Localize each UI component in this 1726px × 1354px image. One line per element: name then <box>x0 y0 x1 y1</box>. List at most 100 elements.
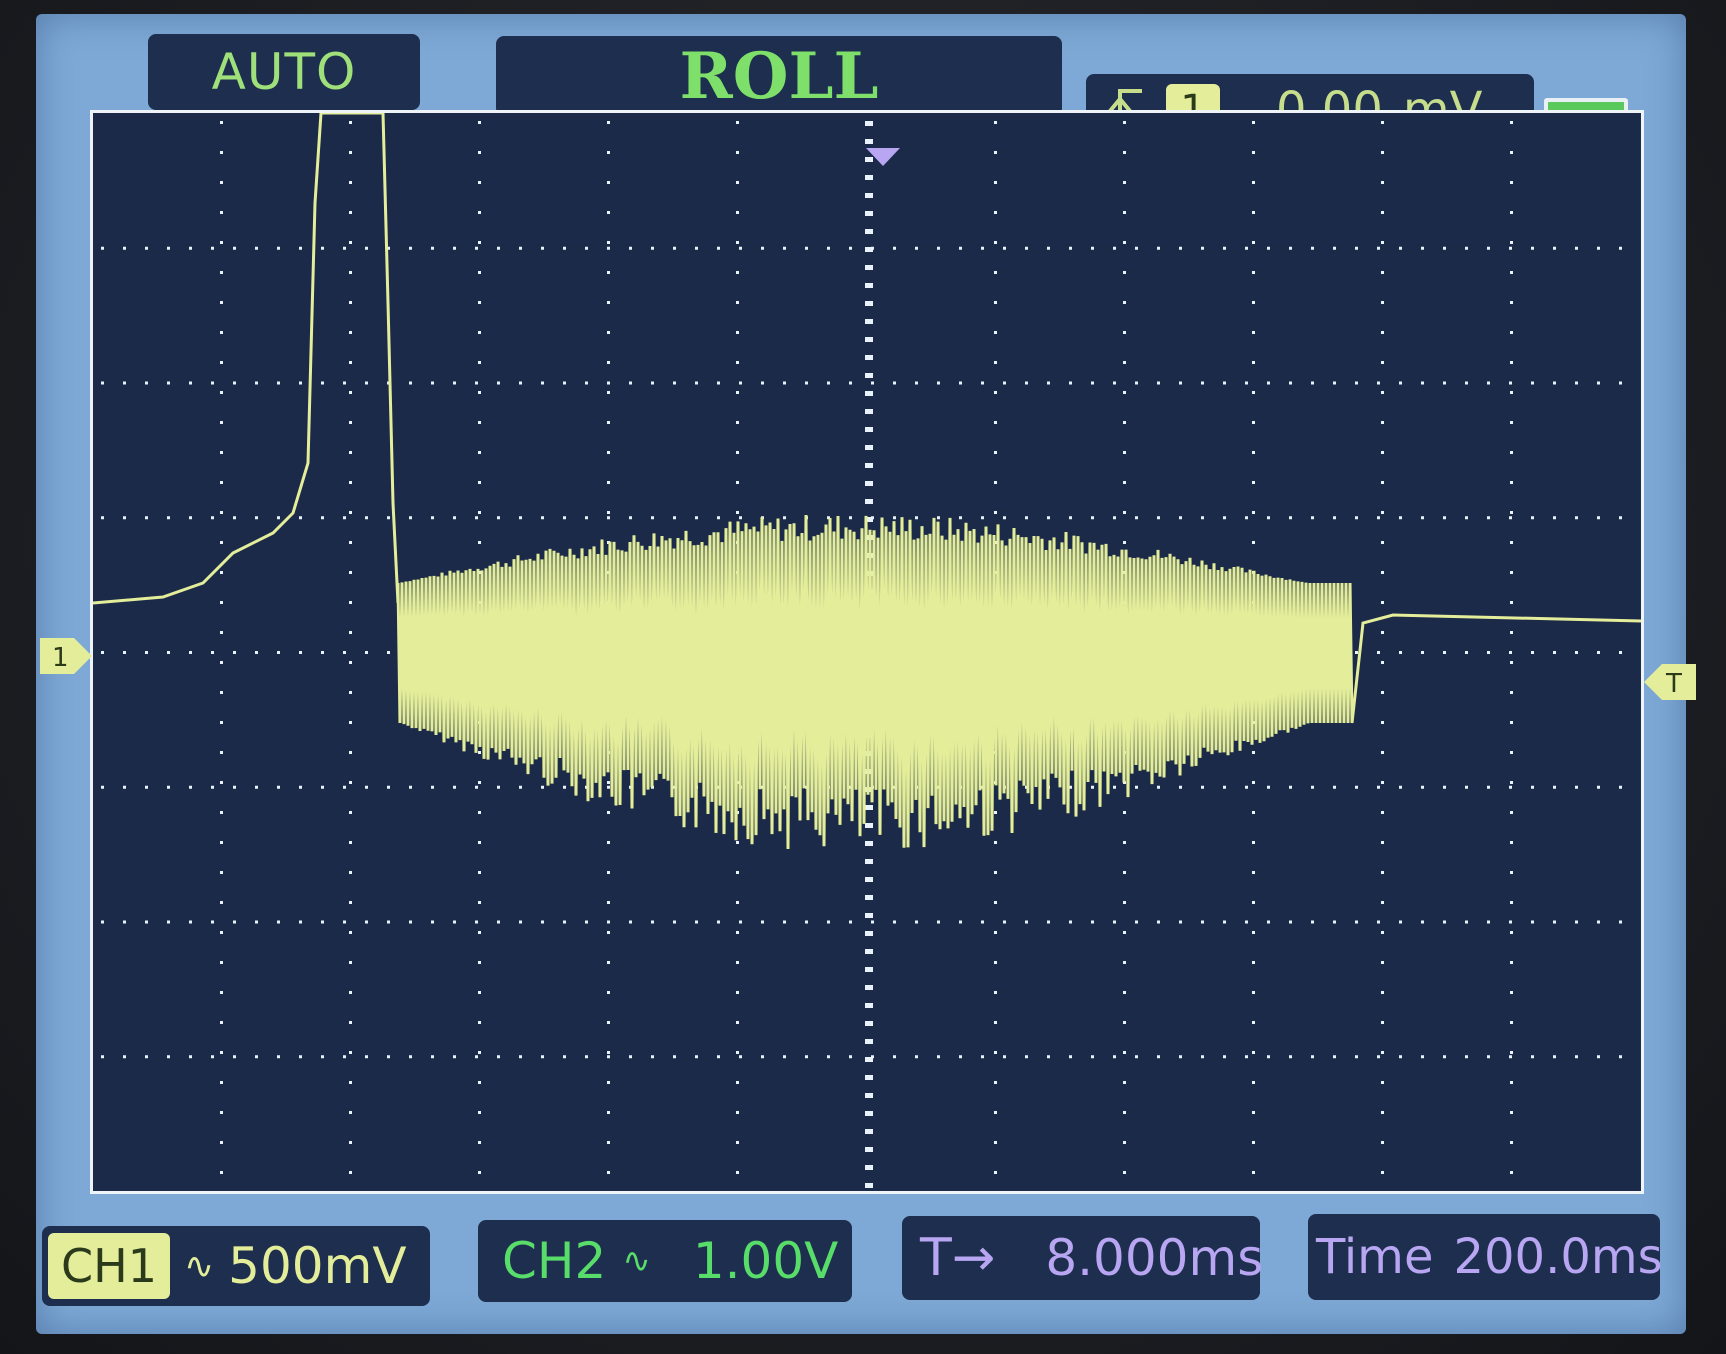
grid-dot <box>349 1081 352 1084</box>
grid-dot <box>607 1021 610 1024</box>
grid-dot <box>607 841 610 844</box>
grid-dot <box>994 1141 997 1144</box>
grid-dot <box>1510 241 1513 244</box>
grid-dot <box>736 1171 739 1174</box>
grid-dot <box>387 785 390 789</box>
waveform-display[interactable] <box>90 110 1644 1194</box>
grid-dot <box>1252 841 1255 844</box>
grid-dot <box>959 920 962 924</box>
grid-dot <box>277 920 280 924</box>
grid-dot <box>994 1111 997 1114</box>
grid-dot <box>1123 961 1126 964</box>
grid-dot <box>478 211 481 214</box>
grid-dot <box>1381 751 1384 754</box>
grid-dot <box>1123 991 1126 994</box>
grid-dot <box>1510 481 1513 484</box>
grid-dot <box>871 920 874 924</box>
grid-dot <box>1135 785 1138 789</box>
grid-dot <box>865 355 873 360</box>
grid-dot <box>607 991 610 994</box>
grid-dot <box>1619 1055 1622 1059</box>
grid-dot <box>220 631 223 634</box>
grid-dot <box>1553 516 1556 520</box>
grid-dot <box>167 651 170 654</box>
grid-dot <box>651 1055 654 1059</box>
grid-dot <box>865 1021 873 1026</box>
grid-dot <box>1377 920 1380 924</box>
grid-dot <box>994 991 997 994</box>
grid-dot <box>865 805 873 810</box>
grid-dot <box>1531 381 1534 385</box>
grid-dot <box>563 246 566 250</box>
ch2-label: CH2 <box>502 1232 607 1290</box>
grid-dot <box>431 516 434 520</box>
grid-dot <box>1113 516 1116 520</box>
timebase-settings[interactable]: Time 200.0ms <box>1308 1214 1663 1300</box>
grid-dot <box>1289 381 1292 385</box>
grid-dot <box>865 139 873 144</box>
grid-dot <box>994 391 997 394</box>
grid-dot <box>541 920 544 924</box>
grid-dot <box>865 481 873 486</box>
grid-dot <box>1510 391 1513 394</box>
grid-dot <box>1252 871 1255 874</box>
grid-dot <box>365 246 368 250</box>
grid-dot <box>541 1055 544 1059</box>
grid-dot <box>101 651 104 654</box>
grid-dot <box>1123 1051 1126 1054</box>
grid-dot <box>1510 451 1513 454</box>
grid-dot <box>1510 1021 1513 1024</box>
grid-dot <box>871 381 874 385</box>
grid-dot <box>865 1147 873 1152</box>
grid-dot <box>220 361 223 364</box>
grid-dot <box>1510 181 1513 184</box>
grid-dot <box>478 961 481 964</box>
grid-dot <box>349 811 352 814</box>
grid-dot <box>1531 1055 1534 1059</box>
grid-dot <box>1575 920 1578 924</box>
grid-dot <box>1421 1055 1424 1059</box>
grid-dot <box>1047 246 1050 250</box>
ch2-settings[interactable]: CH2 ∿ 1.00V <box>478 1220 852 1302</box>
grid-dot <box>1381 481 1384 484</box>
grid-dot <box>736 391 739 394</box>
grid-dot <box>167 246 170 250</box>
grid-dot <box>849 516 852 520</box>
trigger-position-settings[interactable]: T→ 8.000ms <box>902 1216 1263 1300</box>
acquisition-mode-indicator[interactable]: ROLL <box>496 36 1062 116</box>
grid-dot <box>607 931 610 934</box>
grid-dot <box>1201 381 1204 385</box>
grid-dot <box>167 381 170 385</box>
trigger-mode-indicator[interactable]: AUTO <box>148 34 420 110</box>
grid-dot <box>1252 1051 1255 1054</box>
grid-dot <box>475 785 478 789</box>
grid-dot <box>211 381 214 385</box>
grid-dot <box>981 1055 984 1059</box>
grid-dot <box>123 516 126 520</box>
grid-dot <box>1135 1055 1138 1059</box>
grid-dot <box>849 1055 852 1059</box>
grid-dot <box>343 516 346 520</box>
grid-dot <box>1069 1055 1072 1059</box>
grid-dot <box>1333 516 1336 520</box>
grid-dot <box>1381 661 1384 664</box>
grid-dot <box>497 1055 500 1059</box>
grid-dot <box>1157 516 1160 520</box>
grid-dot <box>1553 381 1556 385</box>
ch1-settings[interactable]: CH1 ∿ 500mV <box>42 1226 430 1306</box>
grid-dot <box>475 1055 478 1059</box>
grid-dot <box>865 337 873 342</box>
grid-dot <box>541 785 544 789</box>
grid-dot <box>673 381 676 385</box>
trigger-position-marker <box>866 148 900 166</box>
grid-dot <box>365 1055 368 1059</box>
grid-dot <box>299 785 302 789</box>
grid-dot <box>349 751 352 754</box>
grid-dot <box>220 841 223 844</box>
grid-dot <box>365 381 368 385</box>
grid-dot <box>994 961 997 964</box>
grid-dot <box>343 785 346 789</box>
grid-dot <box>994 1021 997 1024</box>
grid-dot <box>673 920 676 924</box>
grid-dot <box>220 901 223 904</box>
